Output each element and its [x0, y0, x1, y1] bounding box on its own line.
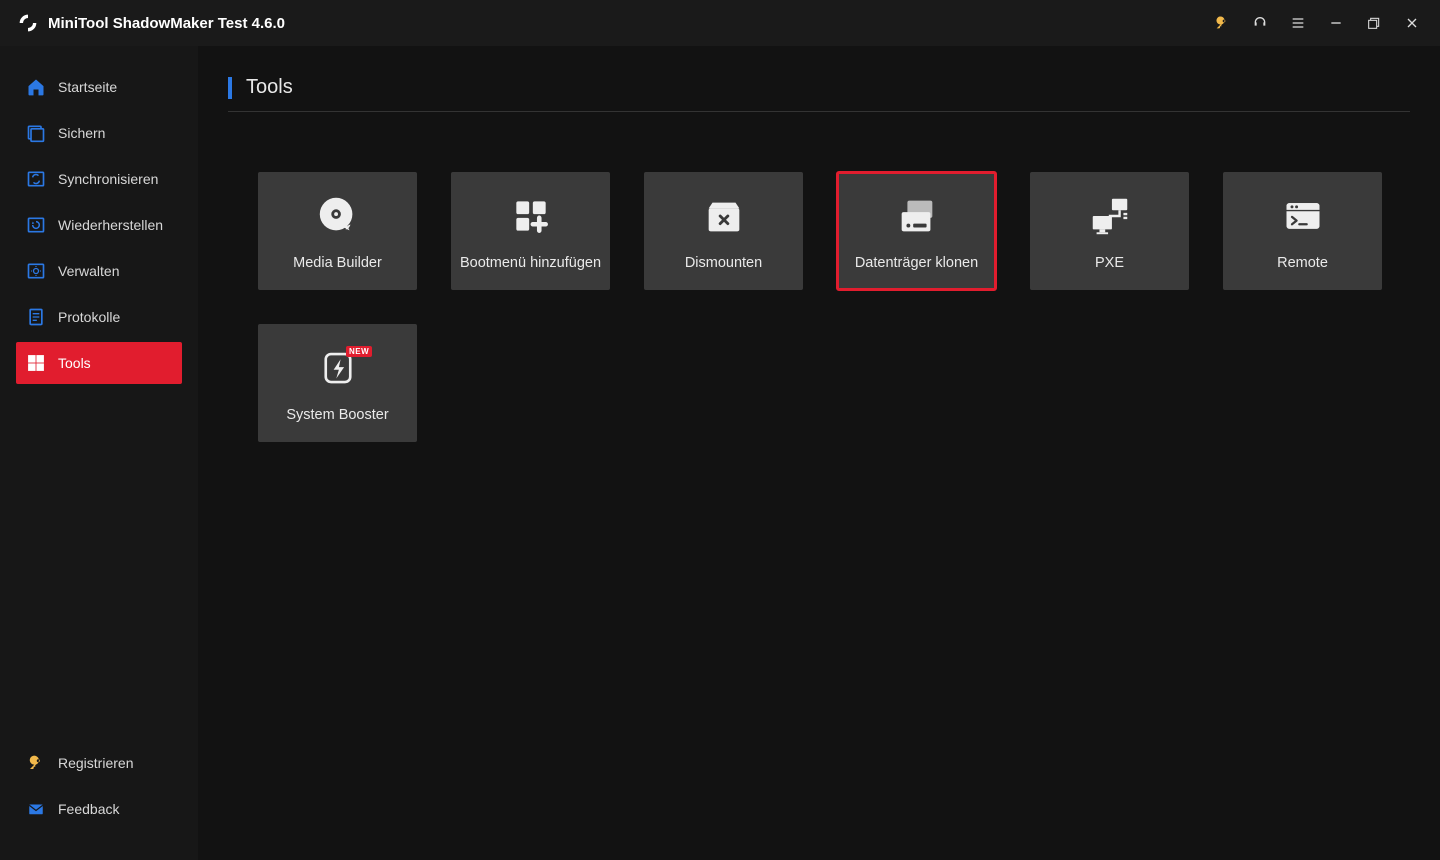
sidebar-item-label: Tools — [58, 355, 91, 371]
maximize-icon[interactable] — [1364, 13, 1384, 33]
sync-icon — [26, 169, 46, 189]
app-logo-icon — [18, 13, 38, 33]
sidebar-bottom: Registrieren Feedback — [6, 742, 192, 840]
tile-bootmenu-hinzufuegen[interactable]: Bootmenü hinzufügen — [451, 172, 610, 290]
sidebar-item-sichern[interactable]: Sichern — [16, 112, 182, 154]
titlebar-controls — [1212, 13, 1422, 33]
sidebar-item-label: Sichern — [58, 125, 105, 141]
content-wrap: Startseite Sichern Synchronisieren Wiede… — [0, 46, 1440, 860]
sidebar-nav: Startseite Sichern Synchronisieren Wiede… — [6, 66, 192, 384]
disk-clone-icon — [892, 191, 942, 241]
manage-icon — [26, 261, 46, 281]
terminal-icon — [1278, 191, 1328, 241]
key-icon — [26, 753, 46, 773]
sidebar-item-verwalten[interactable]: Verwalten — [16, 250, 182, 292]
sidebar-item-label: Protokolle — [58, 309, 120, 325]
box-x-icon — [699, 191, 749, 241]
sidebar-item-startseite[interactable]: Startseite — [16, 66, 182, 108]
tools-grid: Media Builder Bootmenü hinzufügen Dismou… — [228, 172, 1410, 442]
minimize-icon[interactable] — [1326, 13, 1346, 33]
page-header: Tools — [228, 76, 1410, 112]
sidebar-item-label: Wiederherstellen — [58, 217, 163, 233]
titlebar: MiniTool ShadowMaker Test 4.6.0 — [0, 0, 1440, 46]
tile-label: PXE — [1091, 255, 1128, 271]
sidebar-feedback[interactable]: Feedback — [16, 788, 182, 830]
logs-icon — [26, 307, 46, 327]
app-title: MiniTool ShadowMaker Test 4.6.0 — [48, 15, 285, 32]
sidebar-spacer — [6, 384, 192, 742]
tile-label: Remote — [1273, 255, 1332, 271]
sidebar-item-label: Startseite — [58, 79, 117, 95]
grid-plus-icon — [506, 191, 556, 241]
menu-icon[interactable] — [1288, 13, 1308, 33]
sidebar: Startseite Sichern Synchronisieren Wiede… — [0, 46, 198, 860]
sidebar-item-protokolle[interactable]: Protokolle — [16, 296, 182, 338]
backup-icon — [26, 123, 46, 143]
main-content: Tools Media Builder Bootmenü hinzufügen — [198, 46, 1440, 860]
page-title: Tools — [246, 76, 293, 99]
sidebar-bottom-label: Feedback — [58, 801, 119, 817]
tools-grid-icon — [26, 353, 46, 373]
tile-label: Datenträger klonen — [851, 255, 982, 271]
sidebar-item-tools[interactable]: Tools — [16, 342, 182, 384]
accent-bar — [228, 77, 232, 99]
sidebar-item-label: Verwalten — [58, 263, 119, 279]
tile-datentraeger-klonen[interactable]: Datenträger klonen — [837, 172, 996, 290]
sidebar-item-synchronisieren[interactable]: Synchronisieren — [16, 158, 182, 200]
network-icon — [1085, 191, 1135, 241]
home-icon — [26, 77, 46, 97]
close-icon[interactable] — [1402, 13, 1422, 33]
sidebar-bottom-label: Registrieren — [58, 755, 133, 771]
disc-icon — [313, 191, 363, 241]
tile-remote[interactable]: Remote — [1223, 172, 1382, 290]
sidebar-item-wiederherstellen[interactable]: Wiederherstellen — [16, 204, 182, 246]
mail-icon — [26, 799, 46, 819]
tile-media-builder[interactable]: Media Builder — [258, 172, 417, 290]
tile-label: System Booster — [282, 407, 392, 423]
headset-icon[interactable] — [1250, 13, 1270, 33]
titlebar-left: MiniTool ShadowMaker Test 4.6.0 — [18, 13, 285, 33]
restore-icon — [26, 215, 46, 235]
new-badge: NEW — [346, 346, 372, 357]
tile-pxe[interactable]: PXE — [1030, 172, 1189, 290]
tile-label: Bootmenü hinzufügen — [456, 255, 605, 271]
sidebar-registrieren[interactable]: Registrieren — [16, 742, 182, 784]
tile-system-booster[interactable]: NEW System Booster — [258, 324, 417, 442]
tile-label: Media Builder — [289, 255, 386, 271]
tile-dismounten[interactable]: Dismounten — [644, 172, 803, 290]
key-icon[interactable] — [1212, 13, 1232, 33]
tile-label: Dismounten — [681, 255, 766, 271]
sidebar-item-label: Synchronisieren — [58, 171, 158, 187]
